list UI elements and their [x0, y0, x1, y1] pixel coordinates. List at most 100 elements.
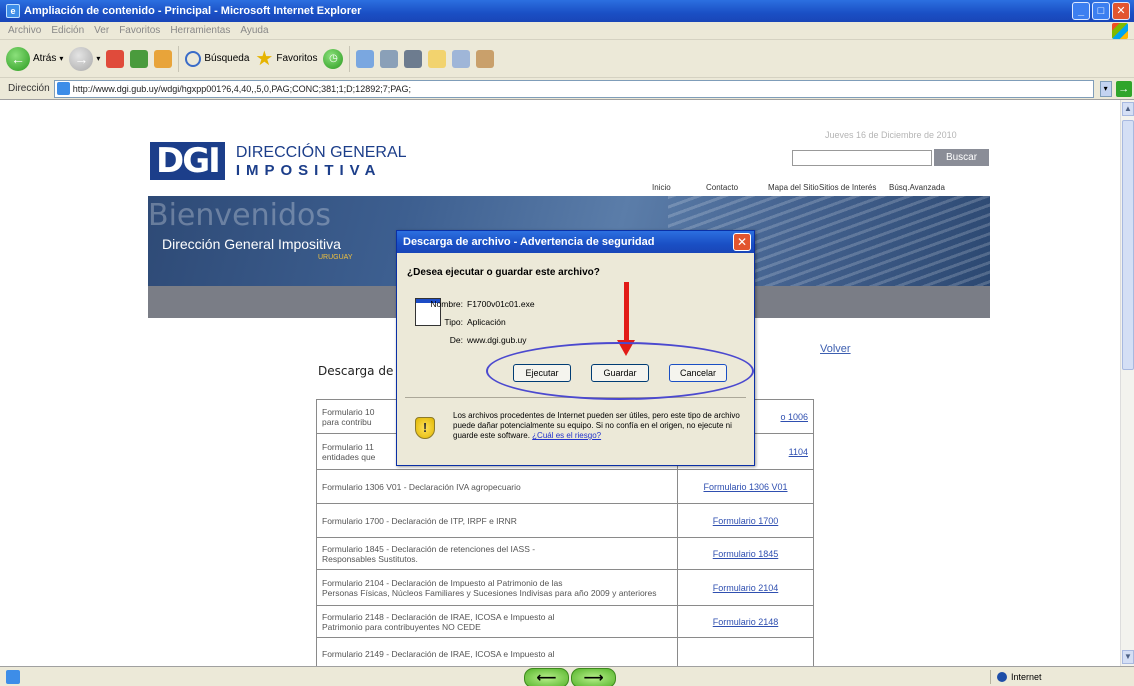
security-shield-icon: ! — [415, 417, 435, 439]
nav-mapa-del-sitio[interactable]: Mapa del Sitio — [768, 183, 819, 192]
logo-line1: DIRECCIÓN GENERAL — [235, 143, 407, 161]
print-icon[interactable] — [380, 49, 399, 68]
file-source-row: De: www.dgi.gub.uy — [407, 335, 527, 345]
dialog-close-button[interactable]: ✕ — [733, 233, 751, 251]
file-type-label: Tipo: — [444, 317, 463, 327]
form-description: Formulario 1845 - Declaración de retenci… — [316, 537, 678, 570]
back-button[interactable]: ← Atrás ▾ — [6, 46, 64, 71]
site-search-button[interactable]: Buscar — [934, 149, 989, 166]
file-type-row: Tipo: Aplicación — [407, 317, 506, 327]
window-titlebar: e Ampliación de contenido - Principal - … — [0, 0, 1134, 22]
search-label: Búsqueda — [204, 53, 250, 64]
file-name-label: Nombre: — [430, 299, 463, 309]
section-title: Descarga de — [318, 364, 394, 378]
dialog-question: ¿Desea ejecutar o guardar este archivo? — [407, 267, 600, 278]
menu-edicion[interactable]: Edición — [51, 25, 84, 36]
internet-explorer-icon: e — [6, 4, 20, 18]
mail-icon[interactable] — [356, 49, 375, 68]
save-button[interactable]: Guardar — [591, 364, 649, 382]
volver-link[interactable]: Volver — [820, 343, 851, 355]
form-link[interactable]: Formulario 2148 — [677, 605, 814, 638]
dropdown-arrow-icon: ▾ — [96, 54, 101, 63]
security-warning-text: Los archivos procedentes de Internet pue… — [453, 411, 748, 441]
banner-title: Dirección General Impositiva — [162, 236, 341, 252]
form-description: Formulario 1306 V01 - Declaración IVA ag… — [316, 469, 678, 504]
table-row: Formulario 1700 - Declaración de ITP, IR… — [316, 503, 814, 538]
file-source-value: www.dgi.gub.uy — [467, 335, 527, 345]
form-link[interactable]: Formulario 1845 — [677, 537, 814, 570]
form-description: Formulario 2149 - Declaración de IRAE, I… — [316, 637, 678, 666]
window-title: Ampliación de contenido - Principal - Mi… — [24, 5, 362, 17]
current-date: Jueves 16 de Diciembre de 2010 — [825, 130, 957, 140]
back-label: Atrás — [33, 53, 57, 64]
favorites-button[interactable]: ★ Favoritos — [255, 49, 318, 69]
form-link[interactable]: Formulario 1700 — [677, 503, 814, 538]
address-url: http://www.dgi.gub.uy/wdgi/hgxpp001?6,4,… — [72, 83, 412, 94]
folder-icon[interactable] — [428, 49, 447, 68]
history-icon[interactable]: ◷ — [323, 48, 344, 69]
dgi-logo[interactable]: DGI DIRECCIÓN GENERAL IMPOSITIVA — [150, 142, 407, 180]
refresh-icon[interactable] — [130, 49, 149, 68]
search-button[interactable]: Búsqueda — [185, 50, 250, 67]
form-link[interactable] — [677, 637, 814, 666]
scroll-up-icon[interactable]: ▲ — [1122, 102, 1134, 116]
file-type-value: Aplicación — [467, 317, 506, 327]
next-page-arrow-icon[interactable]: ⟶ — [571, 668, 616, 686]
dialog-divider — [405, 397, 746, 398]
forward-arrow-icon: → — [69, 46, 94, 71]
page-status-icon — [6, 669, 20, 684]
cancel-button[interactable]: Cancelar — [669, 364, 727, 382]
menu-favoritos[interactable]: Favoritos — [119, 25, 160, 36]
red-annotation-arrow — [624, 282, 629, 342]
address-input[interactable]: http://www.dgi.gub.uy/wdgi/hgxpp001?6,4,… — [53, 79, 1094, 98]
zone-label: Internet — [1011, 672, 1042, 682]
forward-button[interactable]: → ▾ — [69, 46, 101, 71]
go-arrow-icon[interactable]: → — [1115, 80, 1132, 97]
toolbar-separator — [349, 45, 351, 72]
nav-busqueda-avanzada[interactable]: Búsq.Avanzada — [889, 183, 945, 192]
stop-icon[interactable] — [106, 49, 125, 68]
close-window-button[interactable]: ✕ — [1112, 2, 1130, 20]
menu-ayuda[interactable]: Ayuda — [240, 25, 268, 36]
edit-icon[interactable] — [404, 49, 423, 68]
vertical-scrollbar[interactable]: ▲ ▼ — [1120, 100, 1134, 666]
run-button[interactable]: Ejecutar — [513, 364, 571, 382]
dropdown-arrow-icon: ▾ — [59, 54, 64, 63]
address-label: Dirección — [8, 83, 50, 94]
menu-ver[interactable]: Ver — [94, 25, 109, 36]
menu-archivo[interactable]: Archivo — [8, 25, 41, 36]
messenger-icon[interactable] — [476, 49, 495, 68]
research-icon[interactable] — [452, 49, 471, 68]
dialog-title: Descarga de archivo - Advertencia de seg… — [403, 236, 655, 248]
scroll-thumb[interactable] — [1122, 120, 1134, 370]
site-search-input[interactable] — [792, 150, 932, 166]
table-row: Formulario 1845 - Declaración de retenci… — [316, 537, 814, 570]
nav-contacto[interactable]: Contacto — [706, 183, 738, 192]
nav-inicio[interactable]: Inicio — [652, 183, 671, 192]
red-annotation-arrowhead — [617, 340, 635, 356]
table-row: Formulario 2104 - Declaración de Impuest… — [316, 569, 814, 606]
banner-country: URUGUAY — [318, 254, 353, 261]
address-dropdown-icon[interactable]: ▾ — [1099, 80, 1112, 97]
form-description: Formulario 2104 - Declaración de Impuest… — [316, 569, 678, 606]
menu-herramientas[interactable]: Herramientas — [170, 25, 230, 36]
prev-page-arrow-icon[interactable]: ⟵ — [524, 668, 569, 686]
favorites-label: Favoritos — [276, 53, 318, 64]
minimize-button[interactable]: _ — [1072, 2, 1090, 20]
banner-welcome: Bienvenidos — [148, 198, 331, 233]
home-icon[interactable] — [154, 49, 173, 68]
scroll-down-icon[interactable]: ▼ — [1122, 650, 1134, 664]
maximize-button[interactable]: □ — [1092, 2, 1110, 20]
form-link[interactable]: Formulario 2104 — [677, 569, 814, 606]
search-icon — [185, 50, 202, 67]
windows-logo-icon — [1112, 23, 1128, 39]
file-name-value: F1700v01c01.exe — [467, 299, 535, 309]
nav-sitios-de-interes[interactable]: Sitios de Interés — [819, 183, 876, 192]
form-description: Formulario 1700 - Declaración de ITP, IR… — [316, 503, 678, 538]
download-security-dialog: Descarga de archivo - Advertencia de seg… — [396, 230, 755, 466]
logo-mark: DGI — [150, 142, 225, 180]
risk-info-link[interactable]: ¿Cuál es el riesgo? — [532, 431, 601, 440]
form-link[interactable]: Formulario 1306 V01 — [677, 469, 814, 504]
toolbar: ← Atrás ▾ → ▾ Búsqueda ★ Favoritos ◷ — [0, 40, 1134, 78]
table-row: Formulario 1306 V01 - Declaración IVA ag… — [316, 469, 814, 504]
